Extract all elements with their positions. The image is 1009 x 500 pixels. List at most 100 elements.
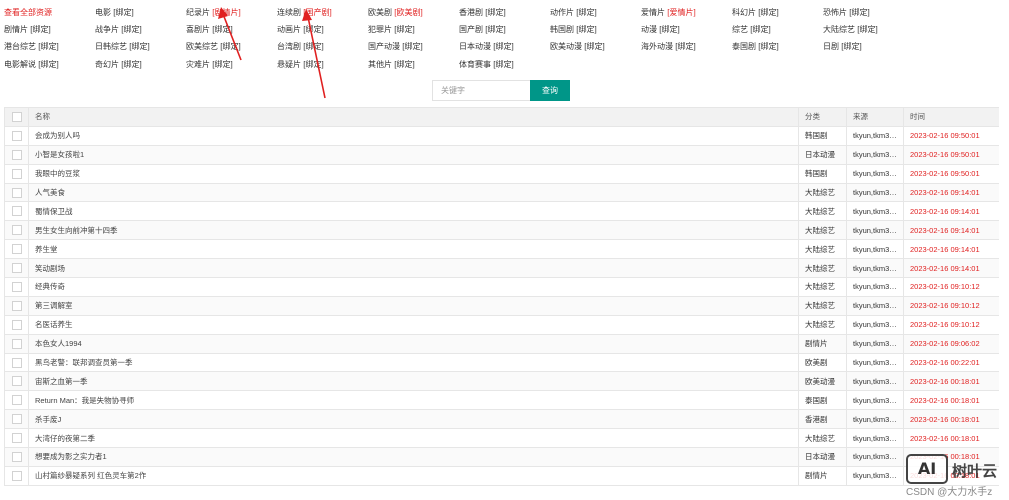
row-checkbox[interactable] [4,295,29,316]
table-row[interactable]: 本色女人1994 剧情片 tkyun,tkm3u8 2023-02-16 09:06:… [4,333,999,354]
bind-link[interactable]: [绑定] [584,42,604,51]
bind-link[interactable]: [绑定] [303,25,323,34]
row-checkbox[interactable] [4,201,29,222]
table-row[interactable]: 蜀情保卫战 大陆综艺 tkyun,tkm3u8 2023-02-16 09:14:01 [4,201,999,222]
table-row[interactable]: 杀手废J 香港剧 tkyun,tkm3u8 2023-02-16 00:18:01 [4,409,999,430]
category-item[interactable]: 悬疑片 [绑定] [277,59,324,70]
bind-link[interactable]: [绑定] [212,25,232,34]
row-checkbox[interactable] [4,333,29,354]
row-checkbox[interactable] [4,239,29,260]
column-header-source[interactable]: 来源 [846,107,904,127]
category-item[interactable]: 动作片 [绑定] [550,7,597,18]
column-header-name[interactable]: 名称 [28,107,799,127]
bind-link[interactable]: [绑定] [38,42,58,51]
bind-link[interactable]: [绑定] [857,25,877,34]
bind-link[interactable]: [剧情片] [212,8,240,17]
bind-link[interactable]: [绑定] [576,8,596,17]
bind-link[interactable]: [绑定] [38,60,58,69]
bind-link[interactable]: [绑定] [121,60,141,69]
bind-link[interactable]: [绑定] [129,42,149,51]
category-item[interactable]: 欧美剧 [欧美剧] [368,7,423,18]
row-checkbox[interactable] [4,465,29,486]
table-row[interactable]: 经典传奇 大陆综艺 tkyun,tkm3u8 2023-02-16 09:10:12 [4,277,999,297]
category-item[interactable]: 日本动漫 [绑定] [459,41,514,52]
category-item[interactable]: 台湾剧 [绑定] [277,41,324,52]
select-all-checkbox[interactable] [4,107,29,127]
category-item[interactable]: 恐怖片 [绑定] [823,7,870,18]
row-checkbox[interactable] [4,144,29,165]
bind-link[interactable]: [绑定] [113,8,133,17]
category-item[interactable]: 动画片 [绑定] [277,24,324,35]
bind-link[interactable]: [绑定] [394,25,414,34]
category-item[interactable]: 国产动漫 [绑定] [368,41,423,52]
bind-link[interactable]: [爱情片] [667,8,695,17]
category-item[interactable]: 欧美综艺 [绑定] [186,41,241,52]
keyword-input[interactable] [432,80,530,101]
table-row[interactable]: 男生女生向前冲第十四季 大陆综艺 tkyun,tkm3u8 2023-02-16 09… [4,220,999,241]
category-item[interactable]: 泰国剧 [绑定] [732,41,779,52]
row-checkbox[interactable] [4,163,29,184]
category-item[interactable]: 爱情片 [爱情片] [641,7,696,18]
bind-link[interactable]: [绑定] [485,25,505,34]
category-item[interactable]: 欧美动漫 [绑定] [550,41,605,52]
row-checkbox[interactable] [4,447,29,467]
bind-link[interactable]: [绑定] [841,42,861,51]
category-item[interactable]: 香港剧 [绑定] [459,7,506,18]
category-item[interactable]: 其他片 [绑定] [368,59,415,70]
row-checkbox[interactable] [4,409,29,430]
bind-link[interactable]: [绑定] [30,25,50,34]
bind-link[interactable]: [绑定] [303,60,323,69]
table-row[interactable]: 人气美食 大陆综艺 tkyun,tkm3u8 2023-02-16 09:14:01 [4,182,999,203]
row-checkbox[interactable] [4,390,29,411]
bind-link[interactable]: [绑定] [659,25,679,34]
column-header-category[interactable]: 分类 [798,107,847,127]
category-item[interactable]: 大陆综艺 [绑定] [823,24,878,35]
category-item[interactable]: 剧情片 [绑定] [4,24,51,35]
row-checkbox[interactable] [4,182,29,203]
table-row[interactable]: 会成为别人吗 韩国剧 tkyun,tkm3u8 2023-02-16 09:50:01 [4,125,999,146]
bind-link[interactable]: [欧美剧] [394,8,422,17]
column-header-time[interactable]: 时间 [903,107,999,127]
category-item[interactable]: 科幻片 [绑定] [732,7,779,18]
query-button[interactable]: 查询 [530,80,570,101]
category-item[interactable]: 灾难片 [绑定] [186,59,233,70]
row-checkbox[interactable] [4,277,29,297]
row-checkbox[interactable] [4,220,29,241]
row-checkbox[interactable] [4,258,29,279]
bind-link[interactable]: [绑定] [493,42,513,51]
category-item[interactable]: 日剧 [绑定] [823,41,862,52]
row-checkbox[interactable] [4,371,29,392]
table-row[interactable]: 笑动剧场 大陆综艺 tkyun,tkm3u8 2023-02-16 09:14:01 [4,258,999,279]
bind-link[interactable]: [绑定] [758,42,778,51]
bind-link[interactable]: [国产剧] [303,8,331,17]
category-item[interactable]: 动漫 [绑定] [641,24,680,35]
bind-link[interactable]: [绑定] [485,8,505,17]
category-item[interactable]: 电影解说 [绑定] [4,59,59,70]
bind-link[interactable]: [绑定] [121,25,141,34]
row-checkbox[interactable] [4,314,29,335]
bind-link[interactable]: [绑定] [750,25,770,34]
bind-link[interactable]: [绑定] [849,8,869,17]
bind-link[interactable]: [绑定] [493,60,513,69]
table-row[interactable]: 山村篇纱暴疑系列 红色灵车第2作剧情片tkyun,tkm3u82023-02-1… [4,465,999,486]
category-item[interactable]: 综艺 [绑定] [732,24,771,35]
table-row[interactable]: Return Man：我是失物协寻师 泰国剧 tkyun,tkm3u8 2023-02… [4,390,999,411]
category-item[interactable]: 喜剧片 [绑定] [186,24,233,35]
category-item[interactable]: 国产剧 [绑定] [459,24,506,35]
table-row[interactable]: 想要成为影之实力者1日本动漫tkyun,tkm3u82023-02-16 00:… [4,447,999,467]
view-all-resources-link[interactable]: 查看全部资源 [4,7,52,18]
category-item[interactable]: 电影 [绑定] [95,7,134,18]
bind-link[interactable]: [绑定] [758,8,778,17]
category-item[interactable]: 港台综艺 [绑定] [4,41,59,52]
category-item[interactable]: 奇幻片 [绑定] [95,59,142,70]
category-item[interactable]: 体育赛事 [绑定] [459,59,514,70]
row-checkbox[interactable] [4,352,29,373]
bind-link[interactable]: [绑定] [212,60,232,69]
category-item[interactable]: 战争片 [绑定] [95,24,142,35]
category-item[interactable]: 连续剧 [国产剧] [277,7,332,18]
table-row[interactable]: 养生堂 大陆综艺 tkyun,tkm3u8 2023-02-16 09:14:01 [4,239,999,260]
category-item[interactable]: 韩国剧 [绑定] [550,24,597,35]
table-row[interactable]: 我眼中的豆浆 韩国剧 tkyun,tkm3u8 2023-02-16 09:50:01 [4,163,999,184]
bind-link[interactable]: [绑定] [675,42,695,51]
table-row[interactable]: 黑鸟老警：联邦调查员第一季 欧美剧 tkyun,tkm3u8 2023-02-16 0… [4,352,999,373]
